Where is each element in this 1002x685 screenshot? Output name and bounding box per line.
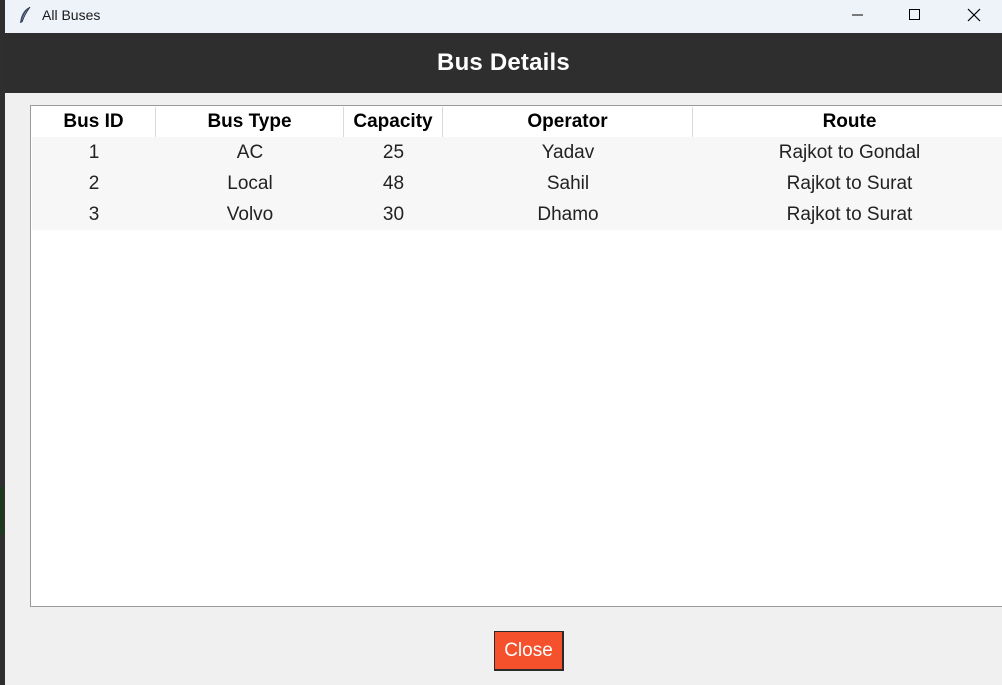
cell-operator: Yadav: [541, 141, 595, 163]
page-title: Bus Details: [437, 49, 570, 76]
table-row[interactable]: 2 Local 48 Sahil Rajkot to Surat: [32, 168, 1002, 199]
title-bar: All Buses: [5, 0, 1002, 33]
maximize-button[interactable]: [886, 0, 944, 30]
cell-route: Rajkot to Surat: [786, 172, 913, 194]
window-close-button[interactable]: [945, 0, 1002, 30]
table-body: 1 AC 25 Yadav Rajkot to Gondal 2 Local 4…: [32, 137, 1002, 230]
table-row[interactable]: 3 Volvo 30 Dhamo Rajkot to Surat: [32, 199, 1002, 230]
cell-operator: Sahil: [546, 172, 590, 194]
cell-capacity: 30: [382, 203, 405, 225]
column-header-route[interactable]: Route: [693, 107, 1002, 137]
cell-route: Rajkot to Gondal: [778, 141, 921, 163]
table-header: Bus ID Bus Type Capacity Operator Route: [32, 107, 1002, 137]
column-header-bus-type[interactable]: Bus Type: [156, 107, 344, 137]
cell-bus-type: Local: [227, 172, 273, 194]
cell-operator: Dhamo: [537, 203, 599, 225]
header-banner: Bus Details: [5, 33, 1002, 93]
cell-capacity: 25: [382, 141, 405, 163]
column-header-operator[interactable]: Operator: [443, 107, 693, 137]
minimize-icon: [852, 14, 863, 16]
column-header-capacity[interactable]: Capacity: [344, 107, 443, 137]
cell-bus-type: AC: [236, 141, 264, 163]
cell-bus-type: Volvo: [226, 203, 274, 225]
close-button[interactable]: Close: [494, 631, 564, 671]
cell-capacity: 48: [382, 172, 405, 194]
table-row[interactable]: 1 AC 25 Yadav Rajkot to Gondal: [32, 137, 1002, 168]
feather-icon: [17, 6, 33, 26]
window-title: All Buses: [42, 7, 101, 23]
cell-bus-id: 2: [88, 172, 100, 194]
background-accent: [0, 487, 4, 535]
column-header-bus-id[interactable]: Bus ID: [32, 107, 156, 137]
all-buses-window: All Buses Bus Details Bus ID Bus Type Ca…: [5, 0, 1002, 685]
cell-bus-id: 3: [88, 203, 100, 225]
minimize-button[interactable]: [829, 0, 887, 30]
maximize-icon: [909, 9, 920, 20]
close-icon: [967, 8, 981, 22]
cell-route: Rajkot to Surat: [786, 203, 913, 225]
bus-table[interactable]: Bus ID Bus Type Capacity Operator Route …: [30, 105, 1002, 607]
cell-bus-id: 1: [88, 141, 100, 163]
